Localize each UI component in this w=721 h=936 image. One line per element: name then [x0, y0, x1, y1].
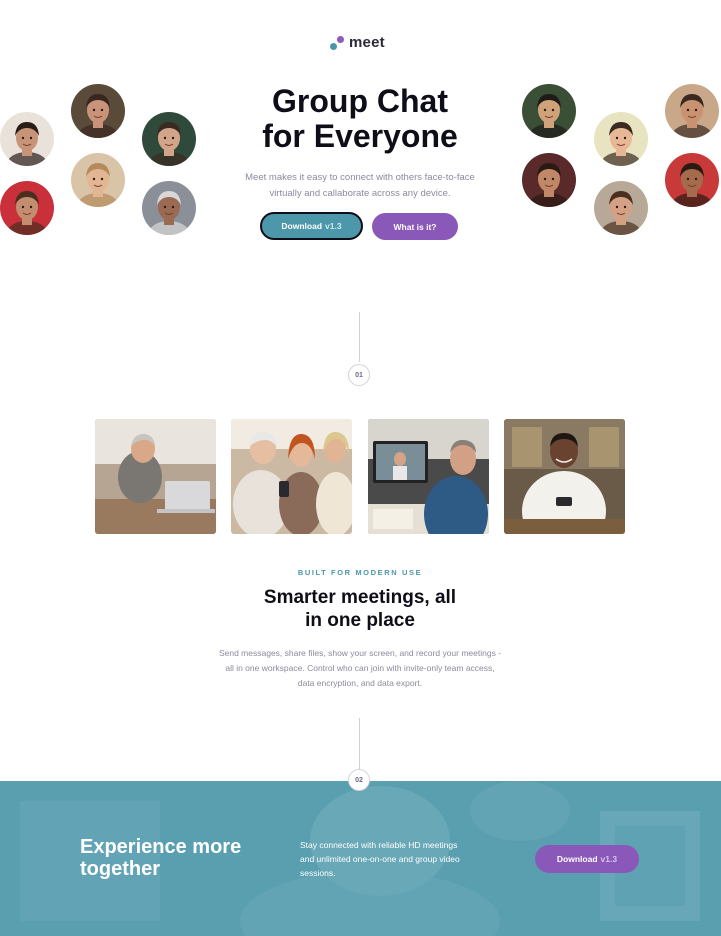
features-description-line-1: Send messages, share files, show your sc…	[218, 648, 502, 658]
person-avatar-icon	[142, 181, 196, 235]
person-avatar-icon	[665, 153, 719, 207]
avatar-8	[594, 112, 648, 166]
cta-description-line-2: and unlimited one-on-one and group video	[300, 854, 460, 864]
logo-text: meet	[349, 34, 385, 51]
photo-women-phone	[231, 419, 352, 534]
person-avatar-icon	[0, 112, 54, 166]
step-02-badge: 02	[348, 769, 370, 791]
hero-download-button[interactable]: Download v1.3	[260, 212, 363, 240]
hero-title: Group Chat for Everyone	[220, 84, 500, 154]
logo-mark-icon	[330, 35, 344, 50]
features-description-line-2: all in one workspace. Control who can jo…	[225, 663, 495, 673]
cta-download-button[interactable]: Download v1.3	[535, 845, 639, 873]
hero-download-label: Download	[281, 221, 323, 231]
person-avatar-icon	[0, 181, 54, 235]
man-phone-photo-icon	[504, 419, 625, 534]
cta-title: Experience more together	[80, 836, 270, 880]
person-avatar-icon	[594, 181, 648, 235]
hero-description-line-1: Meet makes it easy to connect with other…	[245, 172, 475, 183]
person-avatar-icon	[71, 84, 125, 138]
avatar-2	[71, 84, 125, 138]
avatar-11	[594, 181, 648, 235]
features-title-line-2: in one place	[305, 610, 415, 631]
features-description-line-3: data encryption, and data export.	[297, 678, 423, 688]
photo-woman-laptop	[95, 419, 216, 534]
photo-video-call	[368, 419, 489, 534]
person-avatar-icon	[142, 112, 196, 166]
hero-title-line-1: Group Chat	[272, 83, 448, 119]
hero-download-version: v1.3	[325, 221, 342, 231]
avatar-1	[0, 112, 54, 166]
photo-man-phone	[504, 419, 625, 534]
video-call-laptop-photo-icon	[368, 419, 489, 534]
cta-download-version: v1.3	[600, 854, 618, 864]
cta-description: Stay connected with reliable HD meetings…	[300, 838, 490, 880]
person-avatar-icon	[594, 112, 648, 166]
hero-description-line-2: virtually and callaborate across any dev…	[269, 188, 451, 199]
avatar-4	[0, 181, 54, 235]
cta-title-line-1: Experience more	[80, 836, 242, 858]
person-avatar-icon	[665, 84, 719, 138]
features-title-line-1: Smarter meetings, all	[263, 587, 457, 608]
avatar-12	[665, 153, 719, 207]
timeline-line-2	[359, 718, 360, 770]
avatar-9	[665, 84, 719, 138]
what-is-it-button[interactable]: What is it?	[372, 213, 458, 240]
hero-description: Meet makes it easy to connect with other…	[240, 170, 480, 202]
women-phone-photo-icon	[231, 419, 352, 534]
person-avatar-icon	[522, 84, 576, 138]
features-title: Smarter meetings, all in one place	[230, 586, 490, 632]
avatar-3	[142, 112, 196, 166]
cta-description-line-1: Stay connected with reliable HD meetings	[300, 840, 458, 850]
person-avatar-icon	[71, 153, 125, 207]
avatar-10	[522, 153, 576, 207]
step-01-badge: 01	[348, 364, 370, 386]
woman-laptop-photo-icon	[95, 419, 216, 534]
features-description: Send messages, share files, show your sc…	[210, 646, 510, 691]
avatar-6	[142, 181, 196, 235]
hero-title-line-2: for Everyone	[262, 118, 458, 154]
avatar-7	[522, 84, 576, 138]
timeline-line-1	[359, 312, 360, 362]
person-avatar-icon	[522, 153, 576, 207]
features-eyebrow: BUILT FOR MODERN USE	[297, 568, 423, 577]
cta-title-line-2: together	[80, 858, 160, 880]
cta-description-line-3: sessions.	[300, 868, 336, 878]
logo[interactable]: meet	[330, 34, 385, 51]
cta-download-label: Download	[556, 854, 598, 864]
avatar-5	[71, 153, 125, 207]
